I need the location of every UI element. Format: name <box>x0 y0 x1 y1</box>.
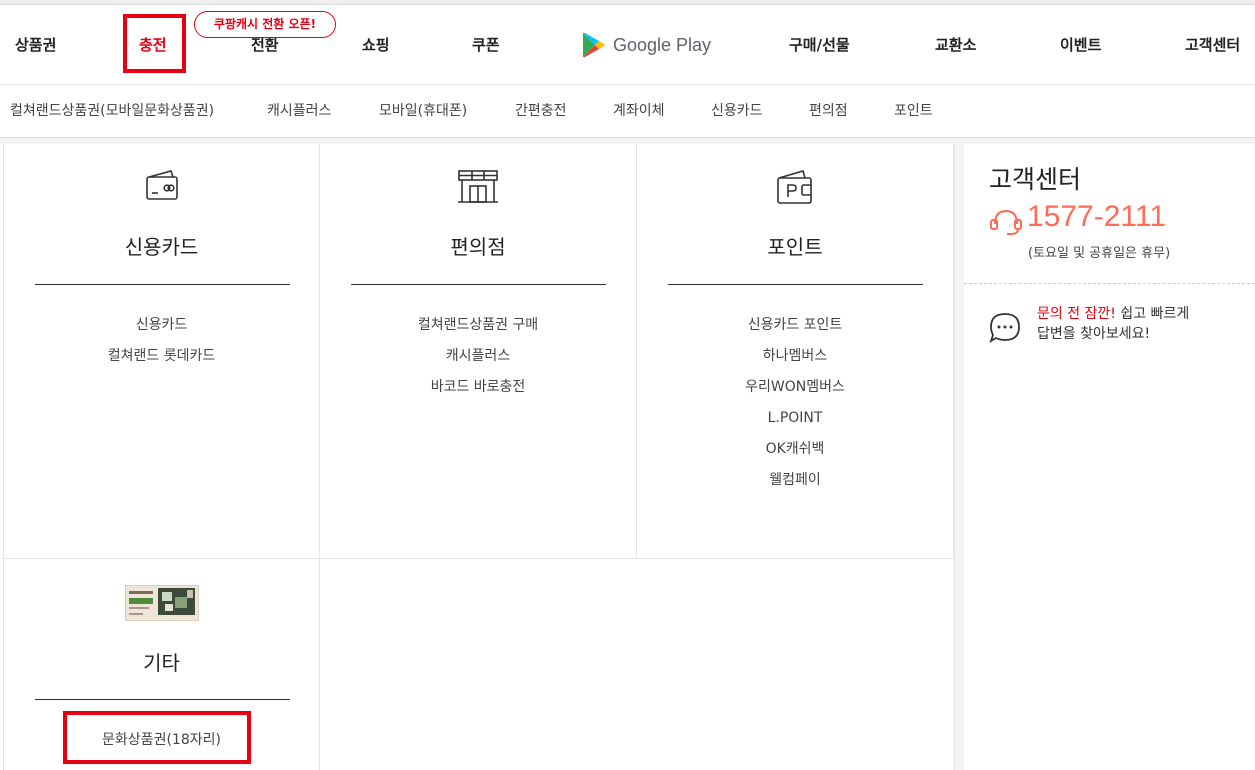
link-l-point[interactable]: L.POINT <box>637 403 953 434</box>
main-nav: 상품권 충전 전환 쇼핑 쿠폰 Google Play 구매/선물 교환소 이벤… <box>0 5 1255 85</box>
link-ok-cashbag[interactable]: OK캐쉬백 <box>637 434 953 465</box>
link-barcode-charge[interactable]: 바코드 바로충전 <box>320 372 636 403</box>
subnav-mobile-phone[interactable]: 모바일(휴대폰) <box>379 86 467 138</box>
link-credit-card[interactable]: 신용카드 <box>4 310 319 341</box>
highlight-box-culture-voucher <box>63 711 251 764</box>
promo-badge[interactable]: 쿠팡캐시 전환 오픈! <box>194 11 336 38</box>
link-woori-won-members[interactable]: 우리WON멤버스 <box>637 372 953 403</box>
panel-gap <box>955 144 964 770</box>
nav-shopping[interactable]: 쇼핑 <box>362 5 390 85</box>
nav-customer-center[interactable]: 고객센터 <box>1185 5 1240 85</box>
link-credit-card-point[interactable]: 신용카드 포인트 <box>637 310 953 341</box>
subnav-cultureland-voucher[interactable]: 컬쳐랜드상품권(모바일문화상품권) <box>10 86 214 138</box>
category-title: 기타 <box>143 651 180 675</box>
faq-prompt[interactable]: 문의 전 잠깐! 쉽고 빠르게 답변을 찾아보세요! <box>1037 304 1247 344</box>
charge-category-grid: 신용카드 신용카드 컬쳐랜드 롯데카드 편의점 컬쳐랜드상품권 구매 캐시플러스… <box>3 144 955 770</box>
headset-icon <box>990 209 1022 235</box>
category-divider <box>35 699 290 700</box>
customer-center-title: 고객센터 <box>989 165 1082 194</box>
category-title: 포인트 <box>767 235 823 259</box>
link-hana-members[interactable]: 하나멤버스 <box>637 341 953 372</box>
category-divider <box>35 284 290 285</box>
link-welcome-pay[interactable]: 웰컴페이 <box>637 465 953 496</box>
category-title: 편의점 <box>450 235 506 259</box>
subnav-credit-card[interactable]: 신용카드 <box>711 86 763 138</box>
subnav-cashplus[interactable]: 캐시플러스 <box>267 86 331 138</box>
credit-card-icon <box>145 170 178 200</box>
link-cashplus[interactable]: 캐시플러스 <box>320 341 636 372</box>
nav-exchange[interactable]: 교환소 <box>935 5 976 85</box>
category-title: 신용카드 <box>124 235 199 259</box>
link-cultureland-lotte-card[interactable]: 컬쳐랜드 롯데카드 <box>4 341 319 372</box>
highlight-box-charge <box>123 14 186 73</box>
chat-bubble-icon <box>989 313 1020 344</box>
customer-center-divider <box>964 283 1255 284</box>
store-icon <box>458 170 498 203</box>
point-wallet-icon <box>777 170 812 204</box>
faq-accent-text: 문의 전 잠깐! <box>1037 306 1116 322</box>
subnav-easy-charge[interactable]: 간편충전 <box>515 86 567 138</box>
subnav-point[interactable]: 포인트 <box>894 86 933 138</box>
nav-google-play[interactable]: Google Play <box>582 31 711 59</box>
nav-event[interactable]: 이벤트 <box>1060 5 1101 85</box>
google-play-logo-icon <box>583 33 605 57</box>
customer-center-panel: 고객센터 1577-2111 (토요일 및 공휴일은 휴무) 문의 전 잠깐! … <box>964 144 1255 770</box>
gift-certificate-image <box>124 585 199 621</box>
customer-center-phone[interactable]: 1577-2111 <box>1027 200 1166 234</box>
category-divider <box>351 284 606 285</box>
category-point: 포인트 신용카드 포인트 하나멤버스 우리WON멤버스 L.POINT OK캐쉬… <box>637 144 954 559</box>
subnav-convenience-store[interactable]: 편의점 <box>809 86 848 138</box>
subnav-bank-transfer[interactable]: 계좌이체 <box>613 86 665 138</box>
nav-buy-gift[interactable]: 구매/선물 <box>789 5 850 85</box>
category-credit-card: 신용카드 신용카드 컬쳐랜드 롯데카드 <box>4 144 320 559</box>
nav-voucher[interactable]: 상품권 <box>15 5 56 85</box>
category-other: 기타 문화상품권(18자리) <box>4 559 320 770</box>
category-divider <box>668 284 923 285</box>
category-convenience-store: 편의점 컬쳐랜드상품권 구매 캐시플러스 바코드 바로충전 <box>320 144 637 559</box>
google-play-label: Google Play <box>613 34 712 55</box>
customer-center-hours: (토요일 및 공휴일은 휴무) <box>1028 246 1171 261</box>
link-cultureland-voucher-purchase[interactable]: 컬쳐랜드상품권 구매 <box>320 310 636 341</box>
faq-text-line2: 답변을 찾아보세요! <box>1037 326 1151 342</box>
nav-coupon[interactable]: 쿠폰 <box>472 5 500 85</box>
sub-nav: 컬쳐랜드상품권(모바일문화상품권) 캐시플러스 모바일(휴대폰) 간편충전 계좌… <box>0 86 1255 138</box>
faq-text: 쉽고 빠르게 <box>1115 306 1190 322</box>
